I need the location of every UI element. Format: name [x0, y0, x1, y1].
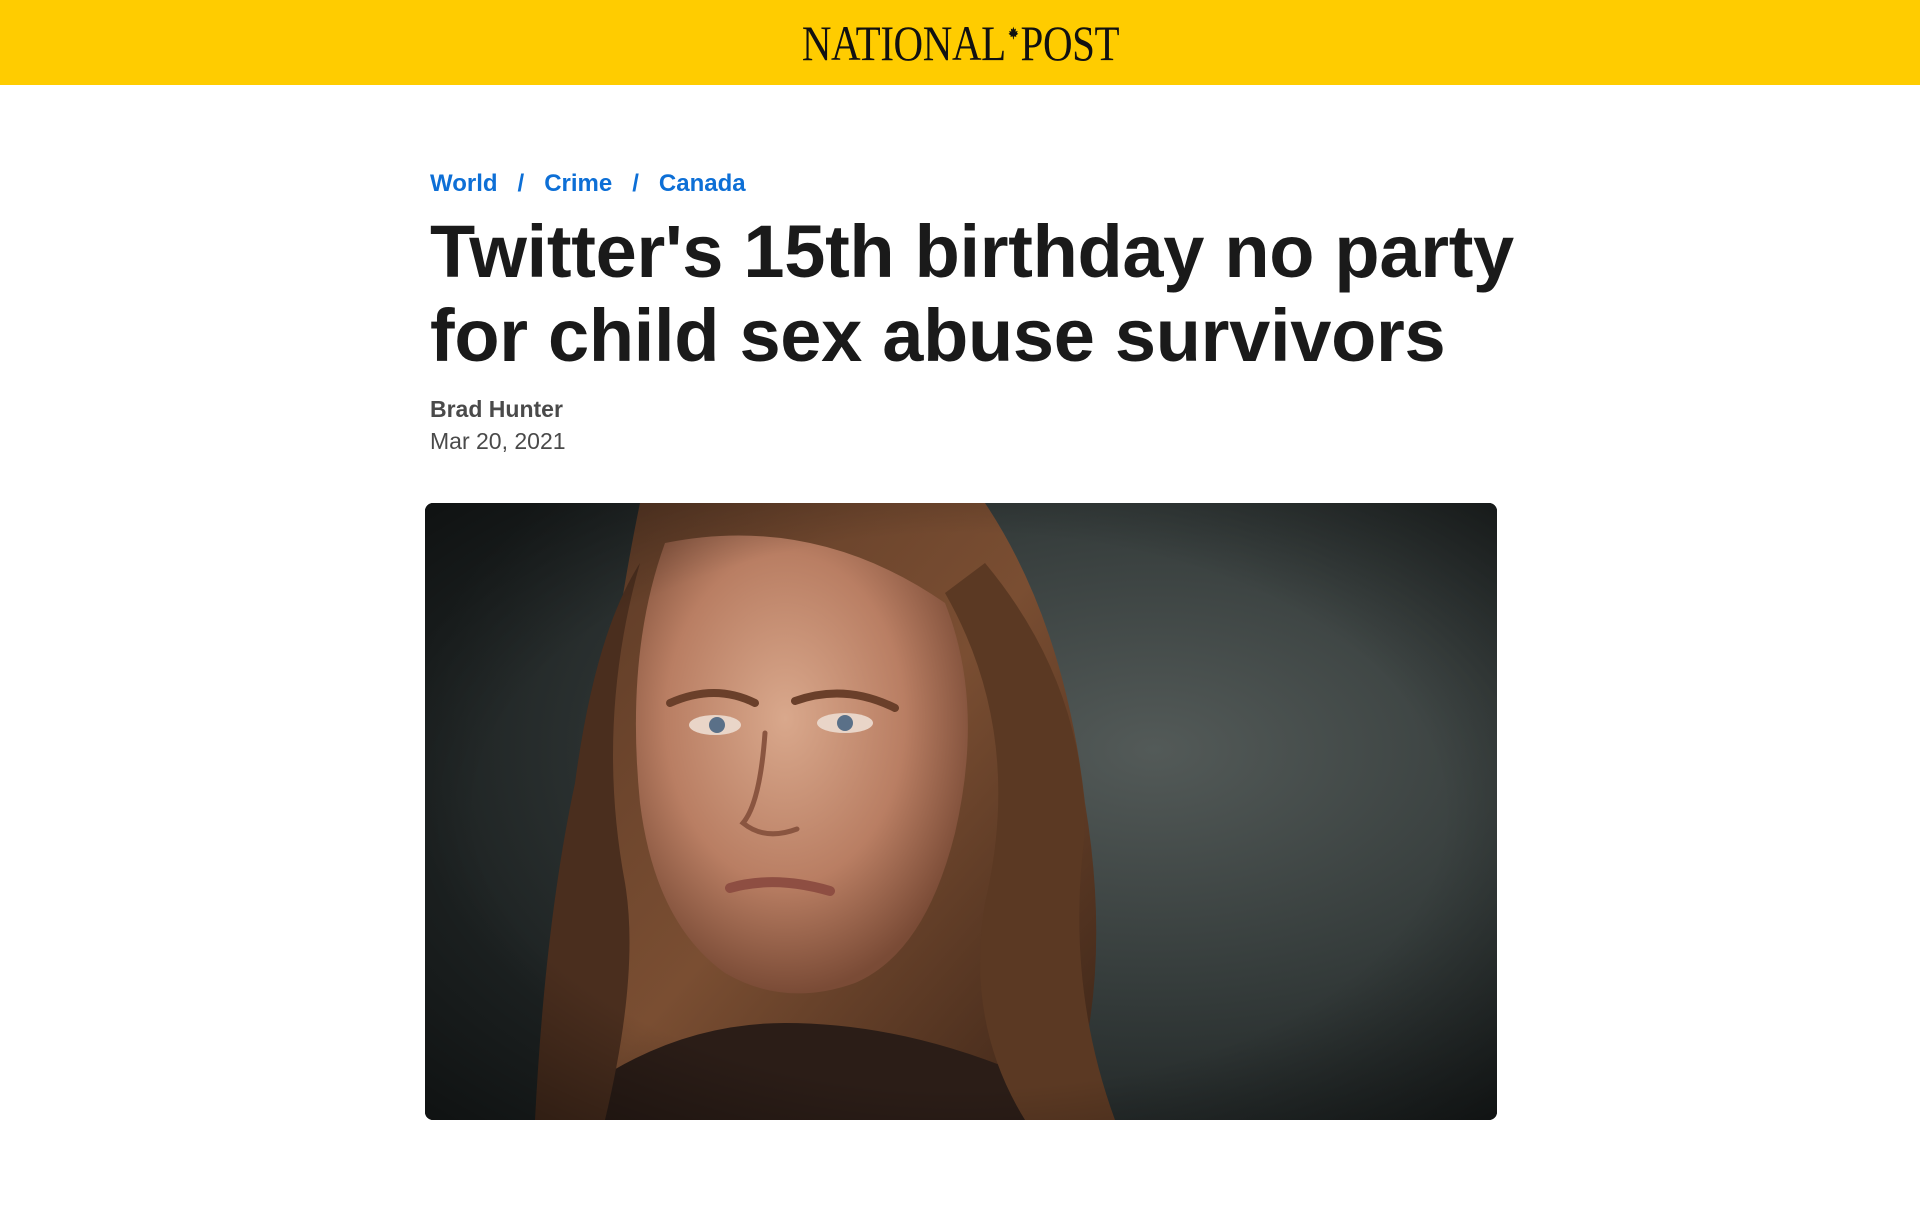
breadcrumb-separator: / [632, 170, 639, 197]
article-author[interactable]: Brad Hunter [430, 396, 563, 423]
site-header: NATIONAL POST [0, 0, 1920, 85]
national-post-logo[interactable]: NATIONAL POST [801, 14, 1119, 71]
breadcrumb-crime-link[interactable]: Crime [544, 170, 612, 198]
photo-of-woman-portrait-icon [425, 503, 1497, 1120]
logo-text-national: NATIONAL [801, 14, 1006, 71]
logo-text-post: POST [1020, 14, 1119, 71]
breadcrumb-canada-link[interactable]: Canada [659, 170, 746, 198]
hero-image[interactable] [425, 503, 1497, 1120]
article-date: Mar 20, 2021 [430, 428, 566, 454]
maple-leaf-icon [1007, 26, 1018, 39]
breadcrumb: World / Crime / Canada [430, 168, 746, 200]
article-headline: Twitter's 15th birthday no party for chi… [430, 210, 1514, 377]
breadcrumb-world-link[interactable]: World [430, 170, 498, 198]
breadcrumb-separator: / [517, 170, 525, 197]
